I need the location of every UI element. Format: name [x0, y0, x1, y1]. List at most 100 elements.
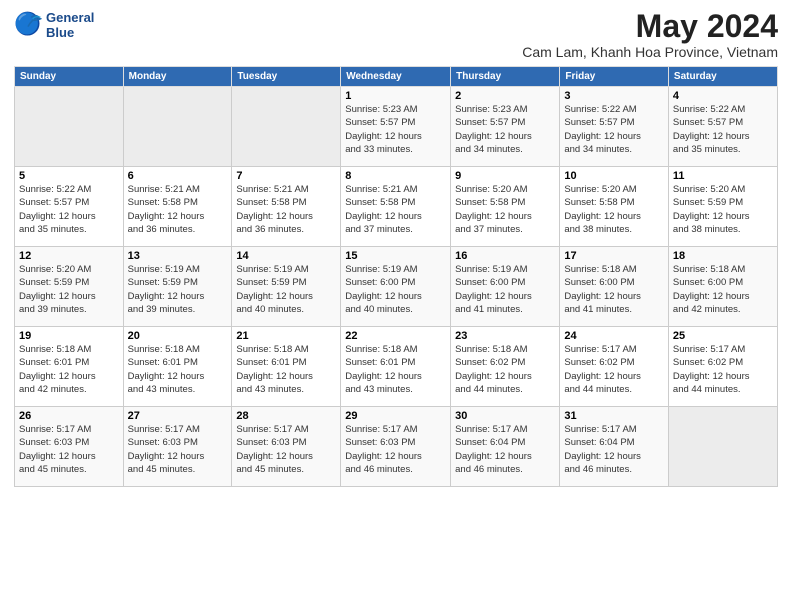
- calendar-cell: 10Sunrise: 5:20 AM Sunset: 5:58 PM Dayli…: [560, 167, 669, 247]
- day-info: Sunrise: 5:22 AM Sunset: 5:57 PM Dayligh…: [564, 103, 664, 156]
- calendar-cell: 20Sunrise: 5:18 AM Sunset: 6:01 PM Dayli…: [123, 327, 232, 407]
- calendar-cell: 18Sunrise: 5:18 AM Sunset: 6:00 PM Dayli…: [668, 247, 777, 327]
- day-number: 31: [564, 410, 664, 422]
- day-number: 15: [345, 250, 446, 262]
- day-info: Sunrise: 5:17 AM Sunset: 6:03 PM Dayligh…: [128, 423, 228, 476]
- calendar-cell: 6Sunrise: 5:21 AM Sunset: 5:58 PM Daylig…: [123, 167, 232, 247]
- calendar-cell: 17Sunrise: 5:18 AM Sunset: 6:00 PM Dayli…: [560, 247, 669, 327]
- calendar-cell: 24Sunrise: 5:17 AM Sunset: 6:02 PM Dayli…: [560, 327, 669, 407]
- calendar-cell: 7Sunrise: 5:21 AM Sunset: 5:58 PM Daylig…: [232, 167, 341, 247]
- day-info: Sunrise: 5:18 AM Sunset: 6:02 PM Dayligh…: [455, 343, 555, 396]
- day-info: Sunrise: 5:21 AM Sunset: 5:58 PM Dayligh…: [236, 183, 336, 236]
- calendar-cell: 16Sunrise: 5:19 AM Sunset: 6:00 PM Dayli…: [451, 247, 560, 327]
- day-info: Sunrise: 5:21 AM Sunset: 5:58 PM Dayligh…: [345, 183, 446, 236]
- day-number: 19: [19, 330, 119, 342]
- col-sunday: Sunday: [15, 67, 124, 87]
- calendar-cell: 13Sunrise: 5:19 AM Sunset: 5:59 PM Dayli…: [123, 247, 232, 327]
- day-number: 14: [236, 250, 336, 262]
- calendar-week-1: 1Sunrise: 5:23 AM Sunset: 5:57 PM Daylig…: [15, 87, 778, 167]
- header: 🔵 General Blue May 2024 Cam Lam, Khanh H…: [14, 10, 778, 60]
- logo-icon: 🔵: [14, 11, 42, 39]
- day-number: 10: [564, 170, 664, 182]
- location-title: Cam Lam, Khanh Hoa Province, Vietnam: [522, 44, 778, 60]
- calendar-cell: [15, 87, 124, 167]
- calendar-cell: 12Sunrise: 5:20 AM Sunset: 5:59 PM Dayli…: [15, 247, 124, 327]
- calendar-cell: 23Sunrise: 5:18 AM Sunset: 6:02 PM Dayli…: [451, 327, 560, 407]
- day-info: Sunrise: 5:19 AM Sunset: 6:00 PM Dayligh…: [345, 263, 446, 316]
- calendar-cell: 27Sunrise: 5:17 AM Sunset: 6:03 PM Dayli…: [123, 407, 232, 487]
- day-number: 21: [236, 330, 336, 342]
- calendar-cell: 26Sunrise: 5:17 AM Sunset: 6:03 PM Dayli…: [15, 407, 124, 487]
- calendar-cell: 9Sunrise: 5:20 AM Sunset: 5:58 PM Daylig…: [451, 167, 560, 247]
- day-info: Sunrise: 5:18 AM Sunset: 6:01 PM Dayligh…: [345, 343, 446, 396]
- svg-text:🔵: 🔵: [14, 11, 41, 36]
- calendar-week-4: 19 Sunrise: 5:18 AM Sunset: 6:01 PM Dayli…: [15, 327, 778, 407]
- day-number: 11: [673, 170, 773, 182]
- calendar-week-3: 12Sunrise: 5:20 AM Sunset: 5:59 PM Dayli…: [15, 247, 778, 327]
- day-info: Sunrise: 5:17 AM Sunset: 6:03 PM Dayligh…: [19, 423, 119, 476]
- day-info: Sunrise: 5:20 AM Sunset: 5:58 PM Dayligh…: [564, 183, 664, 236]
- day-number: 13: [128, 250, 228, 262]
- day-number: 5: [19, 170, 119, 182]
- day-number: 8: [345, 170, 446, 182]
- logo-text-block: General Blue: [46, 10, 94, 40]
- day-info: Sunrise: 5:20 AM Sunset: 5:59 PM Dayligh…: [19, 263, 119, 316]
- calendar-cell: 4Sunrise: 5:22 AM Sunset: 5:57 PM Daylig…: [668, 87, 777, 167]
- col-tuesday: Tuesday: [232, 67, 341, 87]
- day-info: Sunrise: 5:19 AM Sunset: 6:00 PM Dayligh…: [455, 263, 555, 316]
- day-info: Sunrise: 5:20 AM Sunset: 5:59 PM Dayligh…: [673, 183, 773, 236]
- day-number: 17: [564, 250, 664, 262]
- calendar-cell: 28Sunrise: 5:17 AM Sunset: 6:03 PM Dayli…: [232, 407, 341, 487]
- day-number: 7: [236, 170, 336, 182]
- calendar-cell: 15Sunrise: 5:19 AM Sunset: 6:00 PM Dayli…: [341, 247, 451, 327]
- calendar-header-row: Sunday Monday Tuesday Wednesday Thursday…: [15, 67, 778, 87]
- col-friday: Friday: [560, 67, 669, 87]
- day-number: 16: [455, 250, 555, 262]
- calendar-cell: 5Sunrise: 5:22 AM Sunset: 5:57 PM Daylig…: [15, 167, 124, 247]
- logo-line1: General: [46, 10, 94, 25]
- day-number: 28: [236, 410, 336, 422]
- calendar-cell: 31Sunrise: 5:17 AM Sunset: 6:04 PM Dayli…: [560, 407, 669, 487]
- day-number: 27: [128, 410, 228, 422]
- day-info: Sunrise: 5:22 AM Sunset: 5:57 PM Dayligh…: [673, 103, 773, 156]
- month-title: May 2024: [522, 10, 778, 42]
- calendar-cell: [232, 87, 341, 167]
- calendar-cell: 21Sunrise: 5:18 AM Sunset: 6:01 PM Dayli…: [232, 327, 341, 407]
- day-number: 25: [673, 330, 773, 342]
- calendar-cell: 22Sunrise: 5:18 AM Sunset: 6:01 PM Dayli…: [341, 327, 451, 407]
- day-info: Sunrise: 5:23 AM Sunset: 5:57 PM Dayligh…: [345, 103, 446, 156]
- day-number: 1: [345, 90, 446, 102]
- day-info: Sunrise: 5:17 AM Sunset: 6:03 PM Dayligh…: [236, 423, 336, 476]
- calendar-cell: [123, 87, 232, 167]
- day-number: 20: [128, 330, 228, 342]
- day-number: 9: [455, 170, 555, 182]
- calendar-cell: 8Sunrise: 5:21 AM Sunset: 5:58 PM Daylig…: [341, 167, 451, 247]
- col-thursday: Thursday: [451, 67, 560, 87]
- day-info: Sunrise: 5:18 AM Sunset: 6:01 PM Dayligh…: [236, 343, 336, 396]
- calendar-cell: 11Sunrise: 5:20 AM Sunset: 5:59 PM Dayli…: [668, 167, 777, 247]
- title-block: May 2024 Cam Lam, Khanh Hoa Province, Vi…: [522, 10, 778, 60]
- day-info: Sunrise: 5:21 AM Sunset: 5:58 PM Dayligh…: [128, 183, 228, 236]
- page: 🔵 General Blue May 2024 Cam Lam, Khanh H…: [0, 0, 792, 612]
- day-number: 2: [455, 90, 555, 102]
- calendar-cell: 30Sunrise: 5:17 AM Sunset: 6:04 PM Dayli…: [451, 407, 560, 487]
- calendar-cell: [668, 407, 777, 487]
- day-info: Sunrise: 5:17 AM Sunset: 6:04 PM Dayligh…: [455, 423, 555, 476]
- calendar-cell: 3Sunrise: 5:22 AM Sunset: 5:57 PM Daylig…: [560, 87, 669, 167]
- logo: 🔵 General Blue: [14, 10, 94, 40]
- calendar-cell: 29Sunrise: 5:17 AM Sunset: 6:03 PM Dayli…: [341, 407, 451, 487]
- calendar-cell: 1Sunrise: 5:23 AM Sunset: 5:57 PM Daylig…: [341, 87, 451, 167]
- day-number: 18: [673, 250, 773, 262]
- day-number: 26: [19, 410, 119, 422]
- day-number: 3: [564, 90, 664, 102]
- day-number: 6: [128, 170, 228, 182]
- day-info: Sunrise: 5:18 AM Sunset: 6:01 PM Dayligh…: [128, 343, 228, 396]
- day-number: 12: [19, 250, 119, 262]
- day-info: Sunrise: 5:18 AM Sunset: 6:00 PM Dayligh…: [673, 263, 773, 316]
- day-info: Sunrise: 5:19 AM Sunset: 5:59 PM Dayligh…: [128, 263, 228, 316]
- day-number: 24: [564, 330, 664, 342]
- day-info: Sunrise: 5:17 AM Sunset: 6:02 PM Dayligh…: [673, 343, 773, 396]
- day-info: Sunrise: 5:22 AM Sunset: 5:57 PM Dayligh…: [19, 183, 119, 236]
- day-number: 4: [673, 90, 773, 102]
- calendar-cell: 2Sunrise: 5:23 AM Sunset: 5:57 PM Daylig…: [451, 87, 560, 167]
